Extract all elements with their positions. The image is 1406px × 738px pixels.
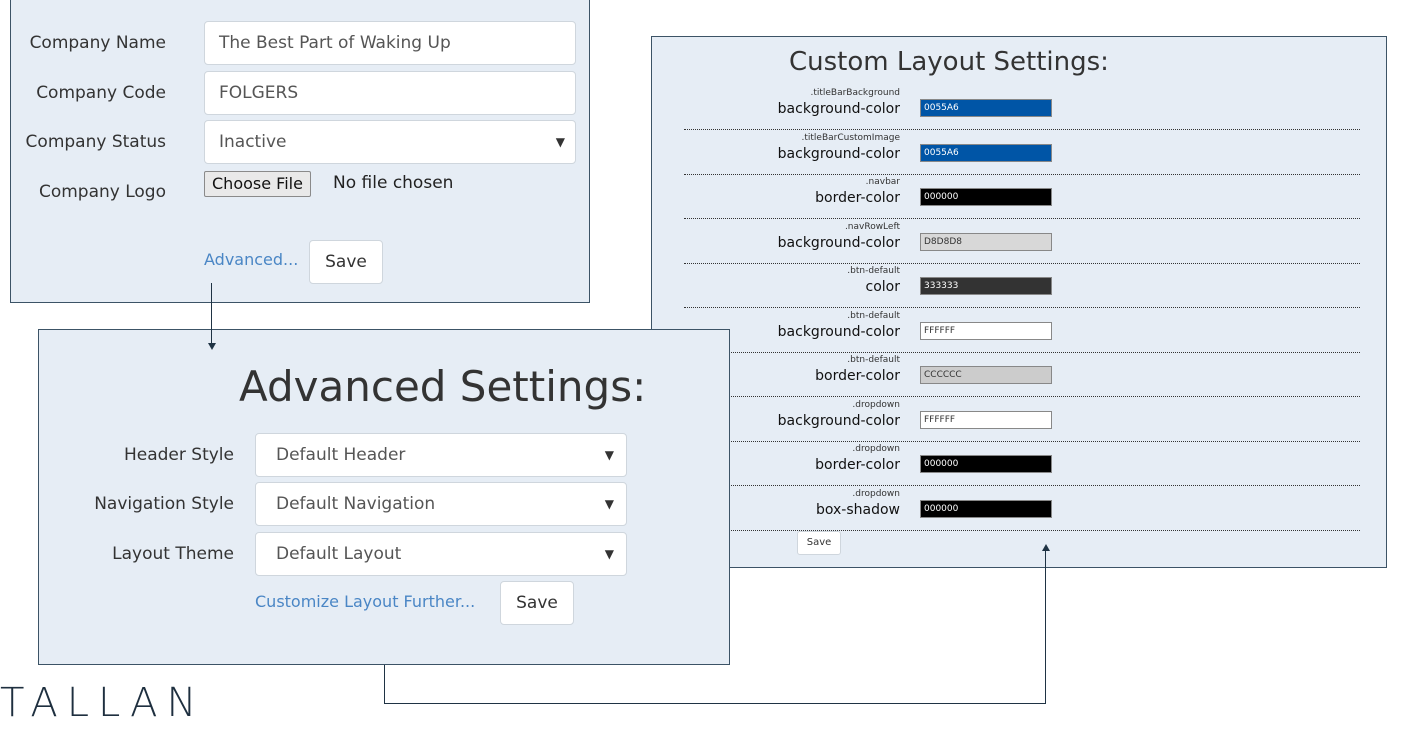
custom-layout-row: .navRowLeft background-color D8D8D8 (684, 219, 1360, 264)
css-selector-label: .navRowLeft (844, 221, 900, 232)
css-property-label: border-color (815, 457, 900, 473)
custom-layout-row: .navbar border-color 000000 (684, 174, 1360, 219)
color-value-input[interactable]: 0055A6 (920, 99, 1052, 117)
layout-theme-select[interactable]: Default Layout ▼ (255, 532, 627, 576)
company-code-label: Company Code (36, 83, 166, 103)
css-property-label: box-shadow (815, 501, 900, 518)
css-selector-label: .btn-default (847, 266, 900, 276)
css-selector-label: .titleBarCustomImage (801, 132, 900, 143)
color-value-input[interactable]: 000000 (920, 455, 1052, 473)
arrow-up-icon (1042, 544, 1050, 551)
company-code-input[interactable]: FOLGERS (204, 71, 576, 115)
customize-layout-link[interactable]: Customize Layout Further... (255, 592, 475, 611)
company-name-input[interactable]: The Best Part of Waking Up (204, 21, 576, 65)
css-selector-label: .dropdown (852, 444, 900, 454)
company-status-select[interactable]: Inactive ▼ (204, 120, 576, 164)
color-value-input[interactable]: FFFFFF (920, 410, 1052, 429)
custom-layout-row: .dropdown background-color FFFFFF (684, 397, 1360, 442)
css-selector-label: .btn-default (847, 310, 900, 321)
layout-theme-label: Layout Theme (112, 544, 234, 564)
css-selector-label: .titleBarBackground (810, 88, 900, 98)
header-style-select[interactable]: Default Header ▼ (255, 433, 627, 477)
chevron-down-icon: ▼ (604, 448, 614, 462)
company-save-button[interactable]: Save (309, 240, 383, 284)
custom-layout-row: .dropdown border-color 000000 (684, 441, 1360, 486)
company-status-value: Inactive (219, 132, 287, 152)
custom-layout-panel: Custom Layout Settings: .titleBarBackgro… (651, 36, 1387, 568)
chevron-down-icon: ▼ (555, 135, 565, 149)
custom-layout-row: .titleBarBackground background-color 0055A… (684, 85, 1360, 130)
header-style-label: Header Style (123, 445, 234, 465)
css-property-label: background-color (777, 145, 900, 162)
company-name-label: Company Name (29, 33, 166, 53)
css-selector-label: .btn-default (847, 355, 900, 365)
layout-theme-value: Default Layout (276, 544, 402, 564)
navigation-style-label: Navigation Style (94, 494, 234, 514)
color-value-input[interactable]: 0055A6 (920, 143, 1052, 162)
custom-layout-title: Custom Layout Settings: (789, 47, 1109, 77)
company-code-row: Company Code FOLGERS (11, 71, 591, 117)
css-selector-label: .dropdown (852, 488, 900, 499)
custom-layout-row: .btn-default background-color FFFFFF (684, 308, 1360, 353)
css-property-label: border-color (815, 190, 900, 206)
connector-line (211, 283, 212, 345)
custom-layout-row: .btn-default border-color CCCCCC (684, 352, 1360, 397)
css-property-label: color (865, 279, 900, 295)
connector-line (384, 665, 385, 704)
css-property-label: background-color (777, 412, 900, 429)
tallan-logo: TALLAN (0, 680, 206, 726)
css-selector-label: .dropdown (852, 399, 900, 410)
css-selector-label: .navbar (865, 177, 900, 187)
chevron-down-icon: ▼ (604, 547, 614, 561)
navigation-style-select[interactable]: Default Navigation ▼ (255, 482, 627, 526)
company-logo-label: Company Logo (38, 182, 166, 202)
custom-layout-row: .dropdown box-shadow 000000 (684, 486, 1360, 531)
color-value-input[interactable]: 000000 (920, 188, 1052, 206)
company-logo-row: Company Logo Choose File No file chosen (11, 170, 591, 216)
chevron-down-icon: ▼ (604, 497, 614, 511)
css-property-label: background-color (777, 101, 900, 117)
choose-file-button[interactable]: Choose File (204, 171, 311, 197)
color-value-input[interactable]: CCCCCC (920, 366, 1052, 384)
company-name-row: Company Name The Best Part of Waking Up (11, 21, 591, 67)
arrow-down-icon (208, 343, 216, 350)
custom-layout-row: .btn-default color 333333 (684, 263, 1360, 308)
css-property-label: background-color (777, 323, 900, 340)
company-status-label: Company Status (25, 132, 166, 152)
color-value-input[interactable]: D8D8D8 (920, 232, 1052, 251)
file-status-text: No file chosen (333, 173, 454, 193)
company-status-row: Company Status Inactive ▼ (11, 120, 591, 166)
color-value-input[interactable]: 000000 (920, 499, 1052, 518)
custom-layout-row: .titleBarCustomImage background-color 0055… (684, 130, 1360, 175)
advanced-save-button[interactable]: Save (500, 581, 574, 625)
color-value-input[interactable]: 333333 (920, 277, 1052, 295)
header-style-value: Default Header (276, 445, 406, 465)
custom-layout-save-button[interactable]: Save (797, 531, 841, 555)
connector-line (1045, 550, 1046, 704)
connector-line (384, 703, 1046, 704)
css-property-label: border-color (815, 368, 900, 384)
css-property-label: background-color (777, 234, 900, 251)
advanced-link[interactable]: Advanced... (204, 250, 298, 269)
color-value-input[interactable]: FFFFFF (920, 321, 1052, 340)
navigation-style-value: Default Navigation (276, 494, 436, 514)
advanced-settings-panel: Advanced Settings: Header Style Default … (38, 329, 730, 665)
company-settings-panel: Company Name The Best Part of Waking Up … (10, 0, 590, 303)
advanced-settings-title: Advanced Settings: (239, 362, 647, 411)
